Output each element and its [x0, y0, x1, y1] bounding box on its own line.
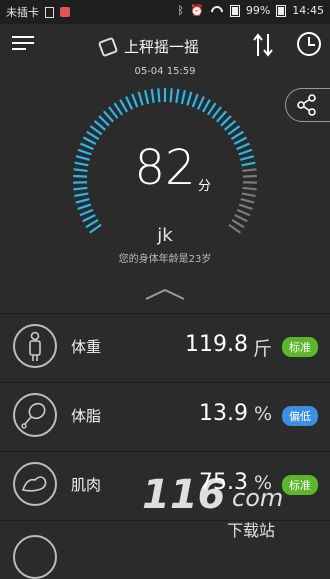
metric-unit: 斤	[253, 334, 272, 361]
clock-time: 14:45	[292, 4, 324, 17]
gauge-tick	[231, 132, 243, 139]
battery-percent: 99%	[246, 4, 270, 17]
sort-icon[interactable]	[252, 32, 274, 58]
gauge-tick	[198, 97, 204, 110]
score-value: 82	[0, 140, 330, 196]
status-badge: 偏低	[282, 406, 318, 426]
sim-icon	[45, 7, 54, 18]
gauge-tick	[99, 116, 109, 126]
bluetooth-icon: ᛒ	[178, 4, 185, 17]
body-age-text: 您的身体年龄是23岁	[0, 250, 330, 265]
shake-phone-icon	[98, 36, 119, 57]
menu-icon[interactable]	[12, 34, 34, 52]
status-badge: 标准	[282, 337, 318, 357]
gauge-tick	[145, 90, 148, 104]
share-icon	[296, 94, 318, 116]
metric-row-body-fat[interactable]: 体脂 13.9 % 偏低	[0, 382, 330, 451]
app-bar: 上秤摇一摇	[0, 24, 330, 68]
battery-icon	[230, 5, 240, 17]
gauge-tick	[171, 88, 172, 102]
site-watermark: 116 com 下载站	[132, 468, 327, 543]
gauge-tick	[95, 121, 106, 130]
body-figure-icon	[13, 324, 57, 368]
watermark-suffix: com	[232, 484, 283, 512]
metric-unit: %	[254, 403, 272, 425]
gauge-tick	[235, 215, 248, 221]
gauge-tick	[76, 199, 90, 202]
metric-value: 119.8	[185, 332, 248, 357]
gauge-tick	[176, 89, 178, 103]
wifi-icon	[210, 6, 224, 16]
status-right: ᛒ ⏰ 99% 14:45	[178, 4, 324, 17]
gauge-tick	[90, 126, 101, 134]
watermark-brand: 116	[142, 472, 226, 518]
gauge-tick	[83, 215, 96, 221]
gauge-tick	[203, 100, 210, 112]
notification-app-icon	[60, 7, 70, 17]
gauge-tick	[104, 111, 113, 121]
metric-label: 体脂	[71, 405, 101, 426]
metric-label: 体重	[71, 336, 101, 357]
gauge-tick	[239, 205, 252, 209]
gauge-tick	[237, 210, 250, 215]
carrier-text: 未插卡	[6, 4, 39, 20]
gauge-tick	[221, 116, 231, 126]
battery-full-icon	[276, 5, 286, 17]
watermark-site: 下载站	[227, 521, 275, 540]
metric-label: 肌肉	[71, 474, 101, 495]
user-name[interactable]: jk	[0, 225, 330, 246]
page-title: 上秤摇一摇	[124, 36, 199, 57]
muscle-arm-icon	[13, 462, 57, 506]
gauge-tick	[139, 92, 143, 105]
status-left: 未插卡	[6, 4, 70, 20]
gauge-tick	[132, 94, 137, 107]
status-bar: 未插卡 ᛒ ⏰ 99% 14:45	[0, 0, 330, 24]
gauge-tick	[241, 199, 255, 202]
share-button[interactable]	[285, 88, 330, 122]
gauge-tick	[152, 89, 154, 103]
partial-metric-icon	[13, 535, 57, 579]
gauge-tick	[87, 132, 99, 139]
gauge-tick	[208, 103, 216, 115]
gauge-tick	[193, 94, 198, 107]
chevron-up-icon[interactable]	[144, 287, 186, 301]
gauge-tick	[80, 210, 93, 215]
gauge-tick	[212, 107, 221, 118]
drumstick-icon	[13, 393, 57, 437]
history-clock-icon[interactable]	[297, 32, 321, 56]
gauge-tick	[182, 90, 185, 104]
gauge-tick	[228, 126, 239, 134]
gauge-tick	[158, 88, 159, 102]
measurement-datetime: 05-04 15:59	[0, 66, 330, 77]
metric-row-weight[interactable]: 体重 119.8 斤 标准	[0, 313, 330, 382]
gauge-tick	[109, 107, 118, 118]
title-group[interactable]: 上秤摇一摇	[100, 36, 199, 57]
gauge-tick	[78, 205, 91, 209]
score-unit: 分	[198, 175, 211, 194]
alarm-icon: ⏰	[190, 4, 204, 17]
gauge-tick	[225, 121, 236, 130]
gauge-tick	[126, 97, 132, 110]
gauge-tick	[114, 103, 122, 115]
metric-value: 13.9	[199, 401, 248, 426]
gauge-tick	[217, 111, 226, 121]
gauge-tick	[187, 92, 191, 105]
gauge-tick	[120, 100, 127, 112]
